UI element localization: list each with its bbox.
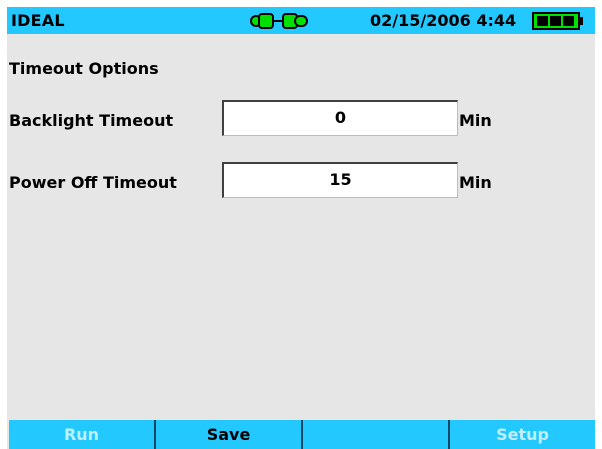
section-title: Timeout Options	[9, 59, 159, 78]
backlight-timeout-label: Backlight Timeout	[9, 111, 174, 130]
blank-softkey[interactable]	[303, 420, 450, 449]
backlight-timeout-input[interactable]: 0	[222, 100, 458, 136]
device-screen: IDEAL 02/15/2006 4:44 Timeout Options Ba…	[7, 7, 595, 449]
run-softkey[interactable]: Run	[9, 420, 156, 449]
backlight-timeout-unit: Min	[459, 111, 492, 130]
power-off-timeout-label: Power Off Timeout	[9, 173, 177, 192]
status-bar: IDEAL 02/15/2006 4:44	[7, 7, 595, 34]
datetime-text: 02/15/2006 4:44	[370, 11, 517, 30]
battery-icon	[532, 12, 583, 30]
power-off-timeout-unit: Min	[459, 173, 492, 192]
save-softkey[interactable]: Save	[156, 420, 303, 449]
link-icon	[250, 13, 308, 29]
brand-title: IDEAL	[11, 11, 65, 30]
setup-softkey[interactable]: Setup	[450, 420, 595, 449]
softkey-bar: Run Save Setup	[9, 420, 595, 449]
power-off-timeout-input[interactable]: 15	[222, 162, 458, 198]
